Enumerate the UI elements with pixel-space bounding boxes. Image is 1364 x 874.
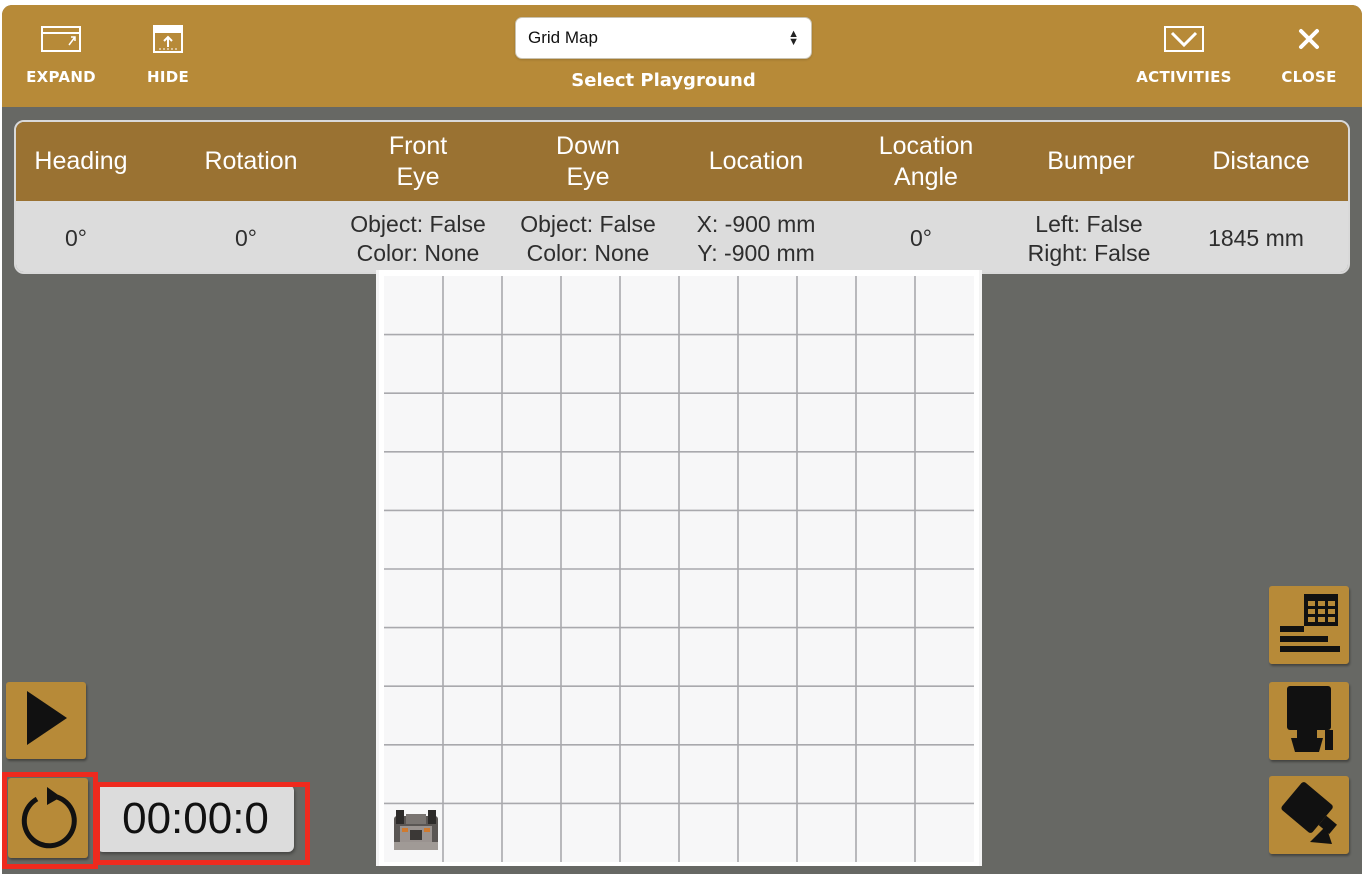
value-bumper: Left: False Right: False bbox=[1027, 210, 1151, 266]
value-distance: 1845 mm bbox=[1208, 225, 1304, 251]
value-front-eye: Object: False Color: None bbox=[350, 210, 486, 266]
sensor-values-row: 0° 0° Object: False Color: None Object: … bbox=[16, 201, 1348, 272]
header-bumper: Bumper bbox=[1047, 147, 1135, 175]
top-camera-icon bbox=[1279, 684, 1339, 759]
play-icon bbox=[23, 689, 69, 752]
grid-lines bbox=[384, 276, 974, 862]
playground-select[interactable]: Grid Map ▲ ▼ bbox=[515, 17, 812, 59]
playground-select-value: Grid Map bbox=[528, 28, 598, 47]
expand-label: EXPAND bbox=[26, 68, 96, 86]
value-location: X: -900 mm Y: -900 mm bbox=[696, 210, 816, 266]
header-front-eye: Front Eye bbox=[388, 131, 448, 191]
top-camera-button[interactable] bbox=[1269, 682, 1349, 760]
header-down-eye: Down Eye bbox=[556, 131, 620, 191]
top-toolbar: EXPAND HIDE Grid Map ▲ ▼ Select Playgroun… bbox=[2, 5, 1362, 107]
value-heading: 0° bbox=[65, 225, 87, 251]
play-button[interactable] bbox=[6, 682, 86, 759]
header-rotation: Rotation bbox=[204, 147, 298, 175]
chase-camera-button[interactable] bbox=[1269, 776, 1349, 854]
header-location-angle: Location Angle bbox=[878, 131, 974, 191]
vr-robot-icon[interactable] bbox=[392, 808, 440, 852]
activities-label: ACTIVITIES bbox=[1136, 68, 1232, 86]
expand-button[interactable]: EXPAND bbox=[24, 21, 98, 86]
activities-button[interactable]: ACTIVITIES bbox=[1130, 21, 1238, 86]
header-heading: Heading bbox=[34, 147, 128, 175]
value-down-eye: Object: False Color: None bbox=[520, 210, 656, 266]
close-icon bbox=[1297, 21, 1321, 57]
hide-icon bbox=[153, 21, 183, 57]
select-arrows-icon: ▲ ▼ bbox=[788, 28, 799, 48]
activities-icon bbox=[1164, 21, 1204, 57]
expand-icon bbox=[41, 21, 81, 57]
header-distance: Distance bbox=[1212, 147, 1310, 175]
header-location: Location bbox=[708, 147, 804, 175]
hide-label: HIDE bbox=[146, 68, 190, 86]
value-location-angle: 0° bbox=[910, 225, 932, 251]
chase-camera-icon bbox=[1274, 778, 1344, 853]
reset-button[interactable] bbox=[8, 778, 88, 858]
close-button[interactable]: CLOSE bbox=[1272, 21, 1346, 86]
reset-icon bbox=[17, 783, 79, 854]
playground-select-caption: Select Playground bbox=[571, 70, 756, 91]
grid-map bbox=[384, 276, 974, 862]
data-panel-icon bbox=[1276, 590, 1342, 661]
value-rotation: 0° bbox=[235, 225, 257, 251]
sensor-header-row: Heading Rotation Front Eye Down Eye Loca… bbox=[16, 122, 1348, 201]
timer-display: 00:00:0 bbox=[97, 785, 294, 852]
data-panel-button[interactable] bbox=[1269, 586, 1349, 664]
close-label: CLOSE bbox=[1281, 68, 1337, 86]
sensor-dashboard: Heading Rotation Front Eye Down Eye Loca… bbox=[14, 120, 1350, 274]
hide-button[interactable]: HIDE bbox=[138, 21, 198, 86]
